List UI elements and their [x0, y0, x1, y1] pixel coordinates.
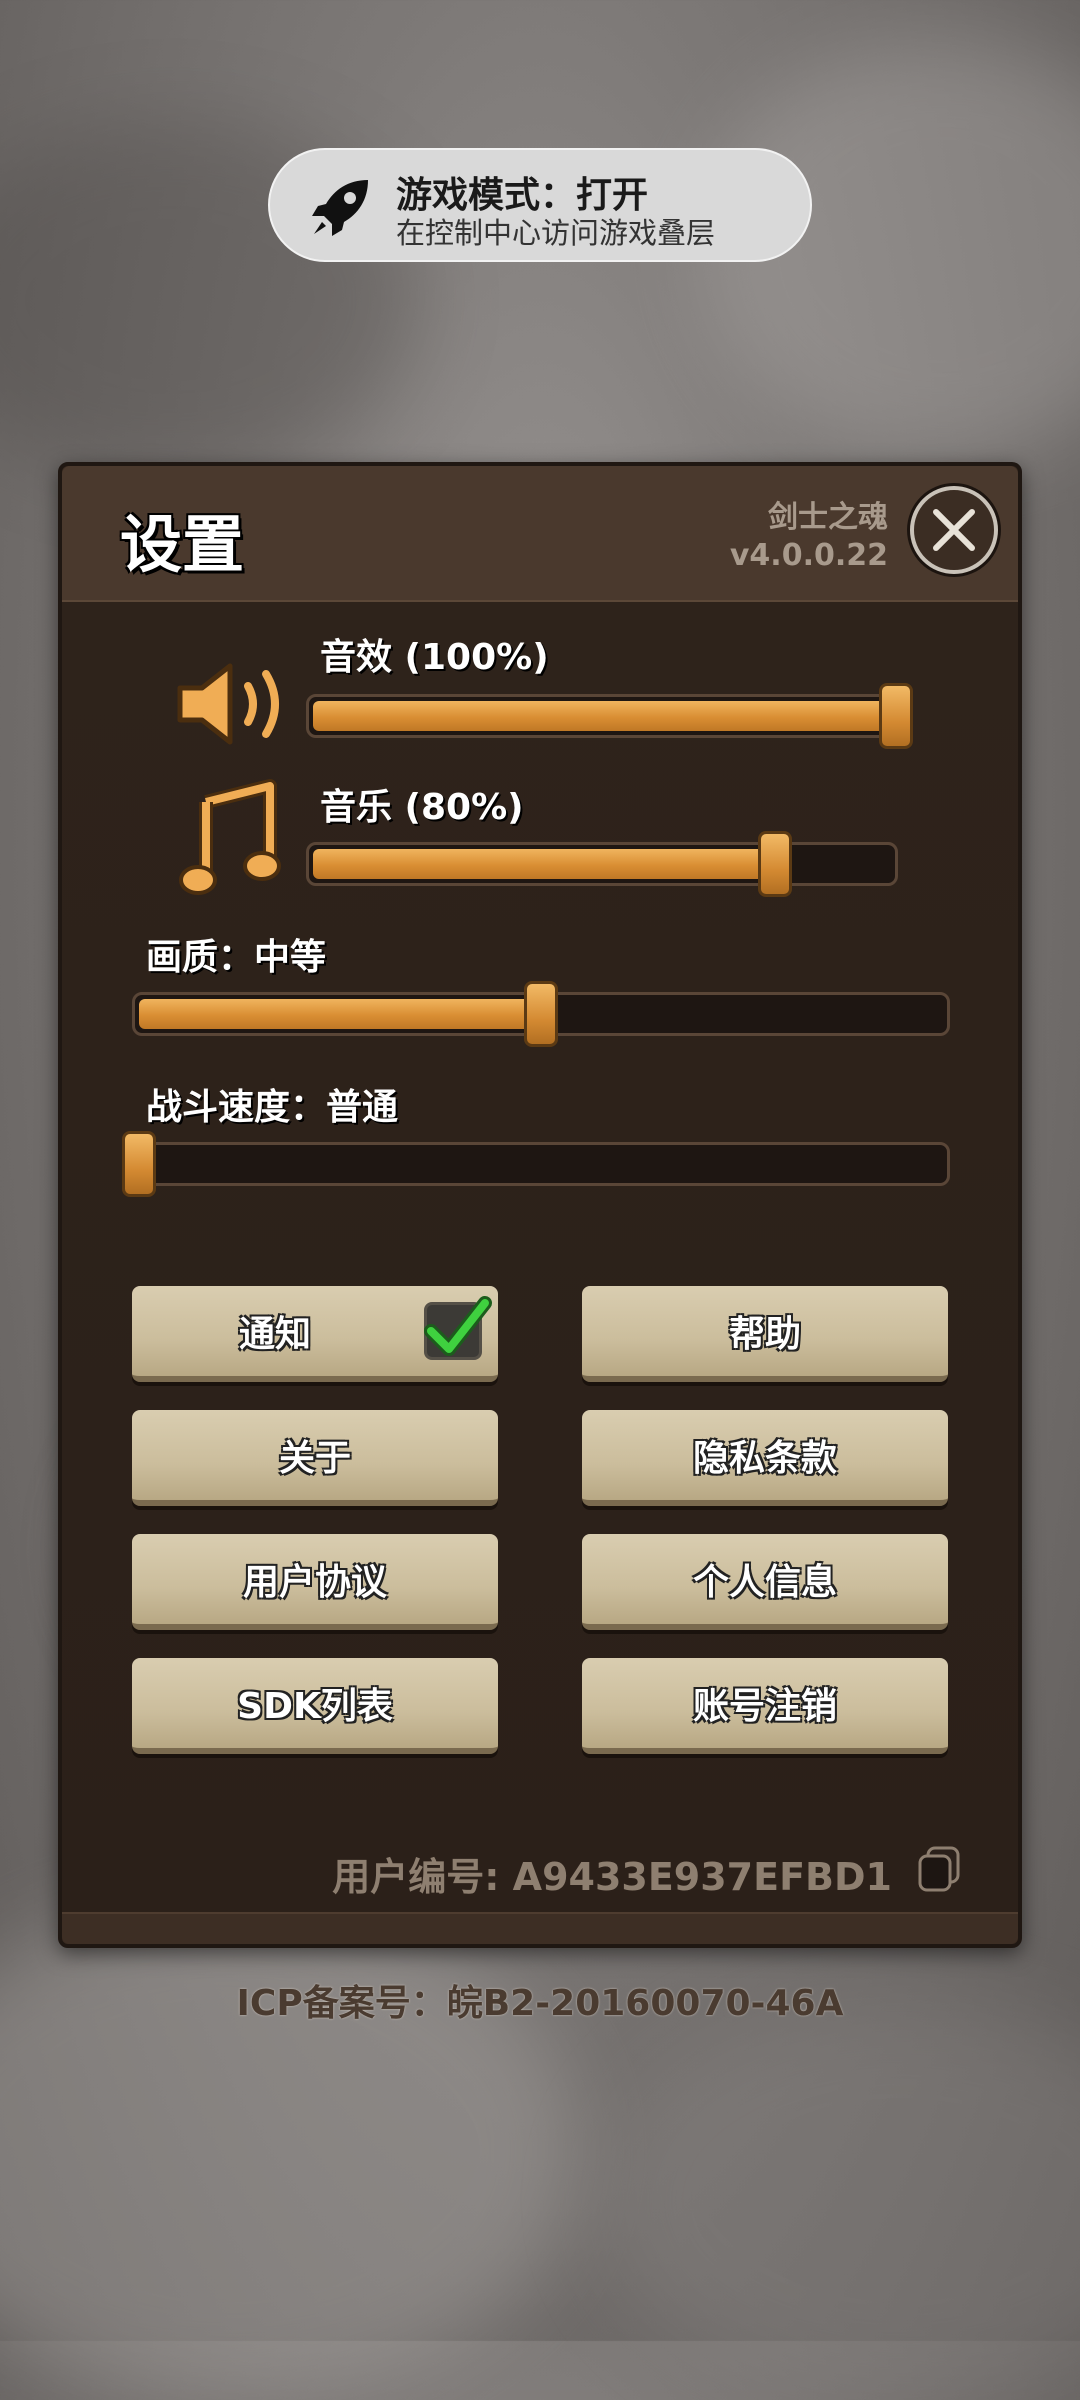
music-slider[interactable]	[306, 831, 898, 897]
quality-slider[interactable]	[132, 981, 950, 1047]
slider-handle[interactable]	[879, 683, 913, 749]
toast-subtitle: 在控制中心访问游戏叠层	[396, 216, 716, 250]
slider-fill	[313, 701, 899, 731]
personal-info-button[interactable]: 个人信息	[582, 1534, 948, 1630]
close-button[interactable]	[910, 486, 998, 574]
help-label: 帮助	[728, 1314, 801, 1355]
background-blur	[600, 2000, 1080, 2400]
rocket-icon	[308, 176, 372, 240]
user-agreement-label: 用户协议	[242, 1562, 387, 1603]
privacy-button[interactable]: 隐私条款	[582, 1410, 948, 1506]
notify-button[interactable]: 通知	[132, 1286, 498, 1382]
notify-label: 通知	[238, 1314, 311, 1355]
game-mode-toast[interactable]: 游戏模式：打开 在控制中心访问游戏叠层	[268, 148, 812, 262]
help-button[interactable]: 帮助	[582, 1286, 948, 1382]
speaker-icon	[172, 652, 292, 756]
sdk-list-button[interactable]: SDK列表	[132, 1658, 498, 1754]
notify-checkbox[interactable]	[424, 1296, 492, 1360]
sound-effects-label: 音效 (100%)	[320, 637, 549, 678]
music-note-icon	[178, 778, 288, 902]
slider-handle[interactable]	[122, 1131, 156, 1197]
about-label: 关于	[278, 1438, 351, 1479]
account-cancel-button[interactable]: 账号注销	[582, 1658, 948, 1754]
music-label: 音乐 (80%)	[320, 787, 524, 828]
personal-info-label: 个人信息	[692, 1562, 837, 1603]
icp-license: ICP备案号：皖B2-20160070-46A	[236, 1983, 844, 2024]
panel-body: 音效 (100%) 音乐 (80%) 画质：中等 战斗速度：普通 通知 帮助 关…	[62, 602, 1018, 1922]
close-icon	[933, 509, 975, 551]
sound-effects-slider[interactable]	[306, 683, 913, 749]
version-label: v4.0.0.22	[729, 538, 888, 573]
quality-label: 画质：中等	[146, 937, 327, 978]
user-agreement-button[interactable]: 用户协议	[132, 1534, 498, 1630]
copy-icon[interactable]	[916, 1844, 962, 1892]
user-id-label: 用户编号: A9433E937EFBD1	[332, 1855, 892, 1899]
slider-handle[interactable]	[758, 831, 793, 897]
sdk-list-label: SDK列表	[237, 1686, 393, 1727]
battle-speed-label: 战斗速度：普通	[146, 1087, 399, 1128]
battle-speed-slider[interactable]	[122, 1131, 950, 1197]
page-title: 设置	[120, 508, 245, 581]
slider-fill	[313, 849, 776, 879]
panel-header: 设置 剑士之魂 v4.0.0.22	[62, 466, 1018, 602]
panel-footer	[62, 1912, 1018, 1944]
settings-panel: 设置 剑士之魂 v4.0.0.22 音效 (100%) 音乐 (80%) 画质：…	[58, 462, 1022, 1948]
about-button[interactable]: 关于	[132, 1410, 498, 1506]
privacy-label: 隐私条款	[692, 1438, 837, 1479]
slider-fill	[139, 999, 541, 1029]
checkmark-icon	[424, 1296, 492, 1356]
game-name: 剑士之魂	[768, 500, 888, 535]
account-cancel-label: 账号注销	[692, 1686, 837, 1727]
slider-handle[interactable]	[524, 981, 558, 1047]
